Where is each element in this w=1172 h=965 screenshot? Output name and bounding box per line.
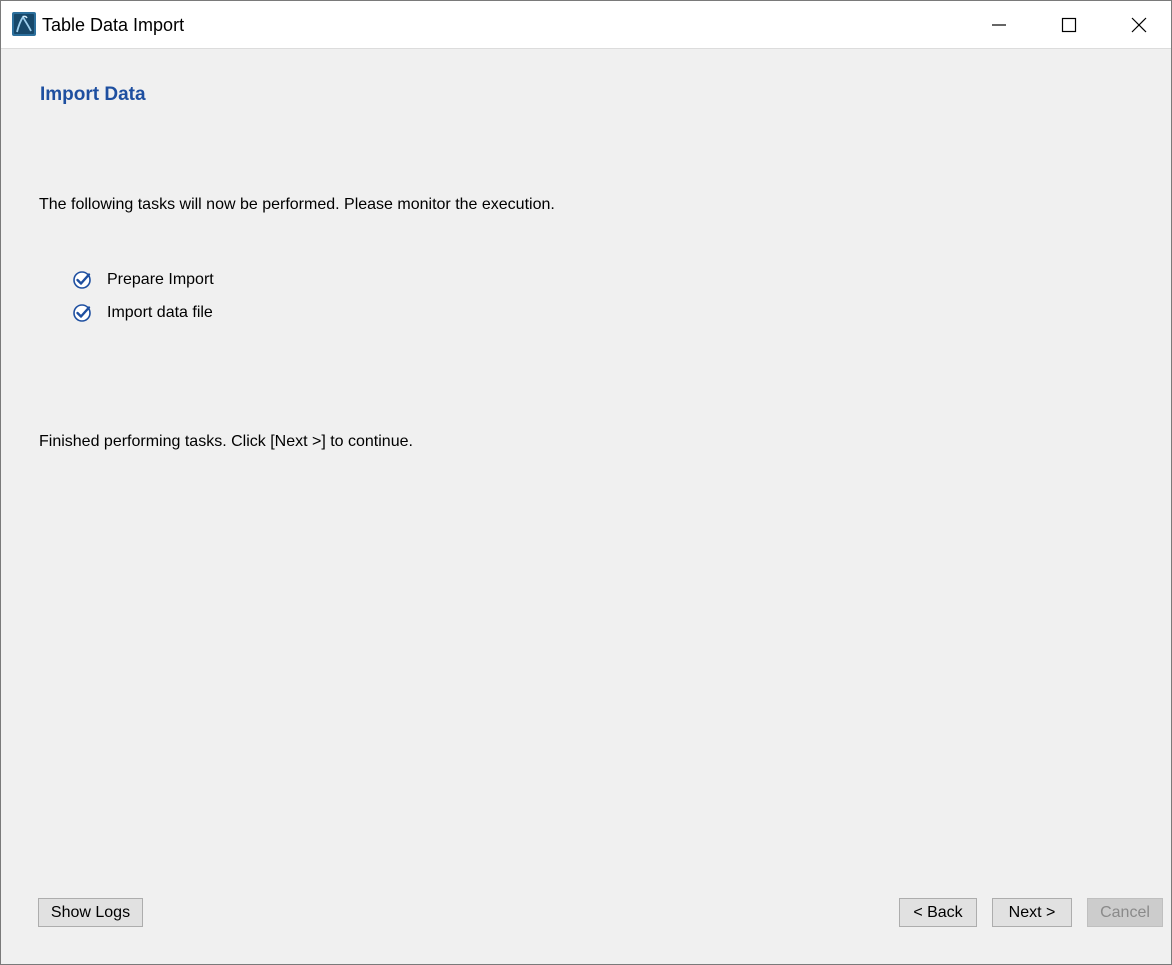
next-button[interactable]: Next > [992, 898, 1072, 927]
minimize-button[interactable] [964, 1, 1034, 48]
checkmark-icon [73, 271, 91, 289]
maximize-button[interactable] [1034, 1, 1104, 48]
task-item-import-data-file: Import data file [72, 302, 213, 324]
title-bar[interactable]: Table Data Import [1, 1, 1171, 49]
table-data-import-window: Table Data Import Import Data The follow… [0, 0, 1172, 965]
window-title: Table Data Import [42, 15, 185, 35]
finished-message: Finished performing tasks. Click [Next >… [39, 433, 413, 450]
maximize-icon [1061, 17, 1077, 33]
page-heading: Import Data [40, 84, 146, 105]
close-icon [1131, 17, 1147, 33]
checkmark-icon [73, 304, 91, 322]
show-logs-button[interactable]: Show Logs [38, 898, 143, 927]
task-label: Prepare Import [107, 271, 214, 288]
close-button[interactable] [1104, 1, 1171, 48]
intro-text: The following tasks will now be performe… [39, 196, 555, 213]
mysql-workbench-icon [12, 12, 36, 36]
back-button[interactable]: < Back [899, 898, 977, 927]
task-label: Import data file [107, 304, 213, 321]
minimize-icon [992, 24, 1006, 26]
task-item-prepare-import: Prepare Import [72, 269, 214, 291]
cancel-button: Cancel [1087, 898, 1163, 927]
